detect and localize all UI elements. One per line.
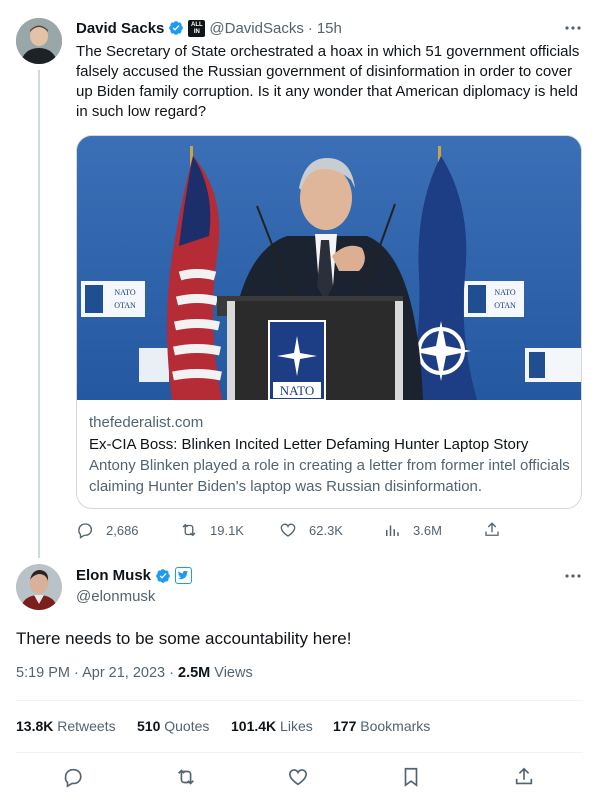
tweet-timestamp-row: 5:19 PM · Apr 21, 2023 · 2.5M Views bbox=[16, 665, 253, 681]
retweet-icon[interactable] bbox=[175, 766, 197, 788]
banner-text-nato: NATO bbox=[114, 288, 135, 297]
retweets-count: 13.8K bbox=[16, 718, 54, 734]
bookmark-icon[interactable] bbox=[400, 766, 422, 788]
share-icon bbox=[485, 522, 499, 536]
card-meta[interactable]: thefederalist.com Ex-CIA Boss: Blinken I… bbox=[89, 412, 573, 497]
retweets-label: Retweets bbox=[53, 718, 116, 734]
separator: · bbox=[307, 19, 313, 37]
likes-count: 101.4K bbox=[231, 718, 277, 734]
reply-count: 2,686 bbox=[106, 522, 139, 538]
author-handle[interactable]: @elonmusk bbox=[76, 588, 155, 605]
tweet-time[interactable]: 15h bbox=[317, 20, 342, 37]
banner-text-nato-right: NATO bbox=[494, 288, 515, 297]
thread-line bbox=[38, 70, 40, 558]
share-icon[interactable] bbox=[513, 766, 535, 788]
heart-icon[interactable] bbox=[287, 766, 309, 788]
parent-tweet-text: The Secretary of State orchestrated a ho… bbox=[76, 43, 580, 120]
more-options-icon[interactable] bbox=[563, 20, 583, 36]
author-name[interactable]: David Sacks bbox=[76, 20, 164, 37]
twitter-affiliation-icon[interactable] bbox=[175, 567, 193, 584]
card-domain: thefederalist.com bbox=[89, 414, 204, 431]
like-action[interactable]: 62.3K bbox=[279, 521, 343, 539]
views-count: 3.6M bbox=[413, 522, 442, 538]
retweet-count: 19.1K bbox=[210, 522, 244, 538]
badge-text: ALL IN bbox=[191, 21, 203, 35]
more-options-icon[interactable] bbox=[563, 568, 583, 584]
main-tweet-text: There needs to be some accountability he… bbox=[16, 629, 352, 648]
banner-text-otan-right: OTAN bbox=[494, 301, 516, 310]
views-count: 2.5M bbox=[178, 665, 211, 681]
reply-action[interactable]: 2,686 bbox=[76, 521, 139, 539]
card-image[interactable]: NATO NATO OTAN NATO OTAN bbox=[77, 136, 581, 400]
tweet-timestamp[interactable]: 5:19 PM · Apr 21, 2023 · bbox=[16, 665, 178, 681]
retweet-action[interactable]: 19.1K bbox=[180, 521, 244, 539]
like-count: 62.3K bbox=[309, 522, 343, 538]
retweet-icon bbox=[182, 523, 196, 537]
card-title[interactable]: Ex-CIA Boss: Blinken Incited Letter Defa… bbox=[89, 434, 573, 455]
reply-icon[interactable] bbox=[62, 766, 84, 788]
quotes-count: 510 bbox=[137, 718, 161, 734]
analytics-icon bbox=[386, 525, 399, 536]
author-name[interactable]: Elon Musk bbox=[76, 567, 151, 584]
bookmarks-label: Bookmarks bbox=[356, 718, 431, 734]
verified-badge-icon[interactable] bbox=[155, 568, 171, 584]
bookmarks-count: 177 bbox=[333, 718, 357, 734]
heart-icon bbox=[280, 523, 296, 537]
retweets-stat[interactable]: 13.8K Retweets bbox=[16, 718, 116, 734]
verified-badge-icon[interactable] bbox=[168, 20, 184, 36]
card-description: Antony Blinken played a role in creating… bbox=[89, 457, 570, 495]
press-conference-image: NATO NATO OTAN NATO OTAN bbox=[77, 136, 581, 400]
bookmarks-stat[interactable]: 177 Bookmarks bbox=[333, 718, 430, 734]
link-card[interactable]: NATO NATO OTAN NATO OTAN thefederalist.c… bbox=[76, 135, 582, 509]
share-action[interactable] bbox=[483, 521, 501, 539]
likes-stat[interactable]: 101.4K Likes bbox=[231, 718, 313, 734]
reply-icon bbox=[78, 523, 92, 539]
banner-text-otan: OTAN bbox=[114, 301, 136, 310]
parent-tweet-header: David Sacks ALL IN @DavidSacks · 15h bbox=[76, 18, 342, 38]
all-in-badge-icon: ALL IN bbox=[188, 19, 206, 37]
elon-musk-avatar[interactable] bbox=[16, 564, 62, 610]
views-label: Views bbox=[210, 665, 253, 681]
quotes-stat[interactable]: 510 Quotes bbox=[137, 718, 209, 734]
main-tweet-header: Elon Musk bbox=[76, 567, 193, 584]
likes-label: Likes bbox=[276, 718, 313, 734]
podium-sign-text: NATO bbox=[280, 383, 314, 398]
divider bbox=[16, 700, 583, 701]
quotes-label: Quotes bbox=[160, 718, 210, 734]
views-action[interactable]: 3.6M bbox=[383, 521, 442, 539]
author-handle[interactable]: @DavidSacks bbox=[209, 20, 303, 37]
divider bbox=[16, 752, 583, 753]
david-sacks-avatar[interactable] bbox=[16, 18, 62, 64]
